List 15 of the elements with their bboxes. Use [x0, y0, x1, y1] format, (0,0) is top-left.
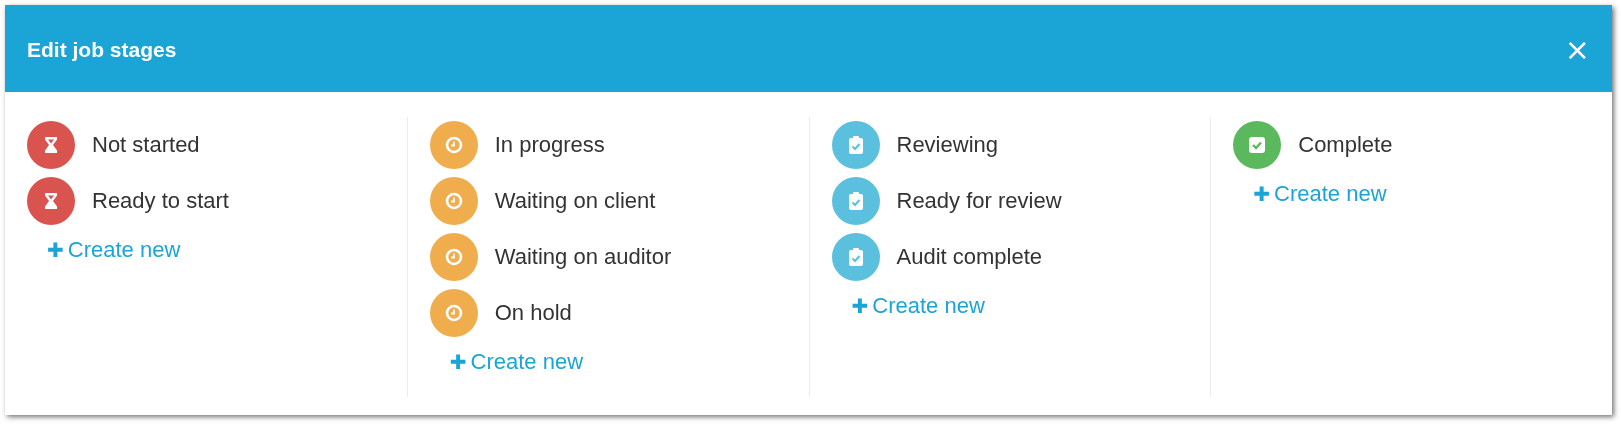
stage-name[interactable]: Reviewing	[896, 132, 998, 158]
plus-icon: ✚	[47, 238, 64, 262]
stage-name[interactable]: In progress	[494, 132, 605, 158]
stage-name[interactable]: Not started	[92, 132, 200, 158]
plus-icon: ✚	[449, 350, 467, 374]
stage-name[interactable]: Audit complete	[896, 244, 1043, 270]
stage-name[interactable]: Waiting on auditor	[494, 244, 672, 270]
plus-icon: ✚	[851, 294, 869, 318]
stage-name[interactable]: Waiting on client	[494, 188, 656, 214]
stage-name[interactable]: Complete	[1298, 132, 1393, 158]
stage-name[interactable]: Ready for review	[896, 188, 1062, 214]
plus-icon: ✚	[1253, 182, 1270, 206]
dialog-title: Edit job stages	[27, 38, 177, 62]
stage-name[interactable]: On hold	[494, 300, 572, 326]
stage-name[interactable]: Ready to start	[92, 188, 229, 214]
